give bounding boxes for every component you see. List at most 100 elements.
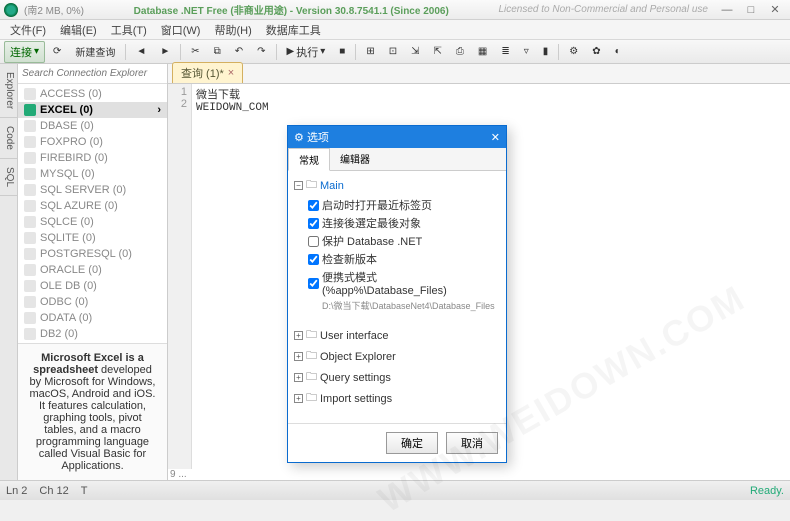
opt-protect-label: 保护 Database .NET (322, 233, 422, 249)
opt-conn-last-checkbox[interactable] (308, 218, 319, 229)
copy-icon[interactable]: ⧉ (208, 43, 227, 60)
dialog-close-icon[interactable]: ✕ (491, 131, 500, 144)
close-button[interactable]: ✕ (764, 3, 786, 17)
status-ch: Ch 12 (39, 485, 68, 497)
cancel-button[interactable]: 取消 (446, 432, 498, 454)
db-item[interactable]: SQLITE (0) (18, 230, 167, 246)
database-icon (24, 232, 36, 244)
gear-icon[interactable]: ✿ (586, 43, 606, 60)
db-item-label: ODBC (0) (40, 296, 88, 308)
filter-icon[interactable]: ▿ (518, 43, 535, 60)
dialog-titlebar[interactable]: ⚙ 选项 ✕ (288, 126, 506, 148)
undo-icon[interactable]: ↶ (229, 43, 249, 60)
folder-icon: 🗀 (306, 176, 317, 195)
db-item-label: MYSQL (0) (40, 168, 95, 180)
back-icon[interactable]: ◄ (130, 43, 152, 60)
db-item-label: ODATA (0) (40, 312, 92, 324)
status-t: T (81, 485, 88, 497)
editor-tab[interactable]: 查询 (1)* × (172, 62, 243, 83)
database-icon (24, 216, 36, 228)
expand-icon[interactable]: + (294, 331, 303, 340)
forward-icon[interactable]: ► (154, 43, 176, 60)
export-icon[interactable]: ⇲ (405, 43, 425, 60)
db-item-label: SQL SERVER (0) (40, 184, 126, 196)
db-item[interactable]: DB2 (0) (18, 326, 167, 342)
db-item[interactable]: MYSQL (0) (18, 166, 167, 182)
database-icon (24, 168, 36, 180)
db-item-label: ACCESS (0) (40, 88, 102, 100)
menu-file[interactable]: 文件(F) (4, 20, 52, 40)
folder-icon: 🗀 (306, 368, 317, 387)
tool-icon[interactable]: ⊞ (360, 43, 380, 60)
db-item[interactable]: SQL AZURE (0) (18, 198, 167, 214)
help-icon[interactable]: ◐ (609, 43, 627, 60)
chart-icon[interactable]: ▮ (537, 43, 555, 60)
menu-dbtools[interactable]: 数据库工具 (260, 20, 327, 40)
refresh-icon[interactable]: ⟳ (47, 43, 67, 60)
expand-icon[interactable]: + (294, 394, 303, 403)
db-item[interactable]: ODBC (0) (18, 294, 167, 310)
expand-icon[interactable]: + (294, 373, 303, 382)
menu-window[interactable]: 窗口(W) (155, 20, 207, 40)
database-icon (24, 248, 36, 260)
settings-icon[interactable]: ⚙ (563, 43, 584, 60)
connection-explorer: ACCESS (0) EXCEL (0)›DBASE (0)FOXPRO (0)F… (18, 64, 168, 480)
db-item-label: SQLITE (0) (40, 232, 96, 244)
db-item[interactable]: ODATA (0) (18, 310, 167, 326)
db-item-label: ORACLE (0) (40, 264, 102, 276)
opt-portable-checkbox[interactable] (308, 278, 319, 289)
db-item[interactable]: FOXPRO (0) (18, 134, 167, 150)
db-item[interactable]: DBASE (0) (18, 118, 167, 134)
db-item[interactable]: OLE DB (0) (18, 278, 167, 294)
redo-icon[interactable]: ↷ (251, 43, 271, 60)
opt-check-ver-checkbox[interactable] (308, 254, 319, 265)
print-icon[interactable]: ⎙ (450, 43, 470, 60)
stop-icon[interactable]: ■ (333, 43, 351, 60)
tab-label: 查询 (1)* (181, 65, 224, 81)
minimize-button[interactable]: — (716, 3, 738, 17)
dialog-tab-general[interactable]: 常规 (288, 148, 330, 171)
search-input[interactable] (18, 64, 167, 83)
opt-portable-label: 便携式模式 (%app%\Database_Files) (322, 269, 500, 297)
opt-start-tabs-checkbox[interactable] (308, 200, 319, 211)
cut-icon[interactable]: ✂ (185, 43, 205, 60)
db-item[interactable]: SQLCE (0) (18, 214, 167, 230)
section-ui[interactable]: User interface (320, 330, 388, 342)
menu-tools[interactable]: 工具(T) (105, 20, 153, 40)
database-icon (24, 264, 36, 276)
db-item[interactable]: FIREBIRD (0) (18, 150, 167, 166)
db-item[interactable]: SQL SERVER (0) (18, 182, 167, 198)
folder-icon: 🗀 (306, 347, 317, 366)
db-item[interactable]: ORACLE (0) (18, 262, 167, 278)
database-icon (24, 312, 36, 324)
import-icon[interactable]: ⇱ (428, 43, 448, 60)
line-gutter: 1 2 (168, 84, 192, 469)
menu-help[interactable]: 帮助(H) (208, 20, 257, 40)
maximize-button[interactable]: □ (740, 3, 762, 17)
expand-icon[interactable]: + (294, 352, 303, 361)
connect-button[interactable]: 连接 ▾ (4, 41, 45, 63)
menu-edit[interactable]: 编辑(E) (54, 20, 103, 40)
section-main[interactable]: Main (320, 180, 344, 192)
section-object-explorer[interactable]: Object Explorer (320, 351, 396, 363)
sort-icon[interactable]: ≣ (495, 43, 515, 60)
side-tab-explorer[interactable]: Explorer (0, 64, 17, 118)
dialog-tab-editor[interactable]: 编辑器 (330, 148, 380, 170)
section-query-settings[interactable]: Query settings (320, 372, 391, 384)
side-tab-code[interactable]: Code (0, 118, 17, 159)
ok-button[interactable]: 确定 (386, 432, 438, 454)
db-item[interactable]: EXCEL (0)› (18, 102, 167, 118)
db-item[interactable]: POSTGRESQL (0) (18, 246, 167, 262)
side-tab-sql[interactable]: SQL (0, 159, 17, 196)
close-icon[interactable]: × (228, 67, 234, 79)
tool-icon[interactable]: ⊡ (383, 43, 403, 60)
new-query-button[interactable]: 新建查询 (69, 41, 121, 62)
db-item[interactable]: ACCESS (0) (18, 86, 167, 102)
collapse-icon[interactable]: − (294, 181, 303, 190)
opt-protect-checkbox[interactable] (308, 236, 319, 247)
grid-icon[interactable]: ▦ (472, 43, 493, 60)
execute-button[interactable]: ▶ 执行 ▾ (281, 41, 332, 63)
database-icon (24, 296, 36, 308)
section-import-settings[interactable]: Import settings (320, 393, 392, 405)
memory-status: (南2 MB, 0%) (24, 2, 84, 17)
